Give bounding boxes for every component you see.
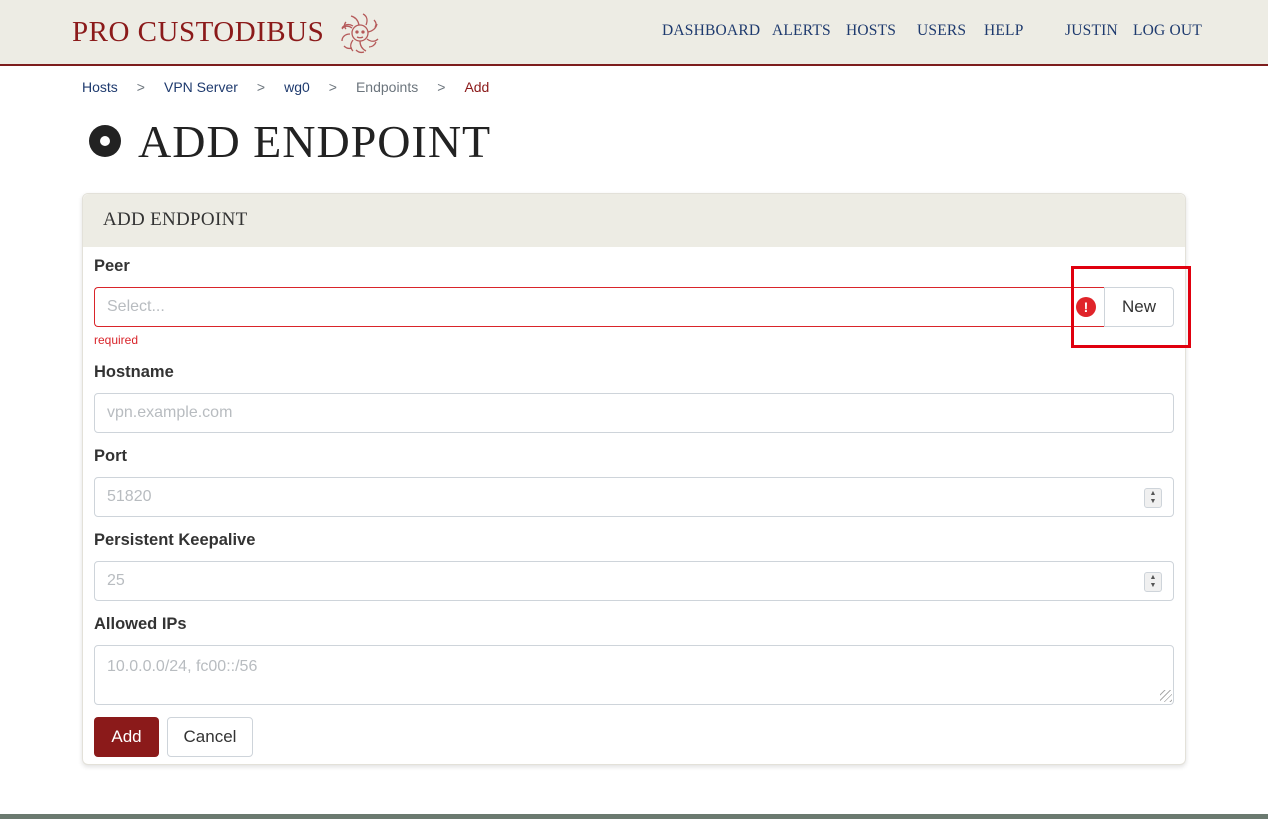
top-nav-bar: PRO CUSTODIBUS DASHBOARD ALERTS HOSTS US… — [0, 0, 1268, 66]
port-stepper[interactable]: ▲ ▼ — [1144, 488, 1162, 508]
hostname-input[interactable] — [94, 393, 1174, 433]
card-header: ADD ENDPOINT — [83, 194, 1185, 247]
breadcrumb-vpn-server[interactable]: VPN Server — [164, 79, 238, 95]
nav-dashboard[interactable]: DASHBOARD — [662, 22, 760, 40]
port-field: ▲▼ — [94, 477, 1174, 517]
nav-help[interactable]: HELP — [984, 22, 1024, 40]
page-title: ADD ENDPOINT — [88, 112, 491, 170]
main-nav: DASHBOARD ALERTS HOSTS USERS HELP JUSTIN… — [0, 22, 1268, 42]
hostname-label: Hostname — [94, 363, 174, 381]
breadcrumb-endpoints: Endpoints — [355, 79, 419, 95]
allowed-ips-label: Allowed IPs — [94, 615, 187, 633]
endpoint-dot-icon — [89, 125, 121, 157]
breadcrumb-separator: > — [256, 79, 266, 95]
breadcrumb-separator: > — [437, 79, 446, 95]
breadcrumb-separator: > — [328, 79, 337, 95]
add-button[interactable]: Add — [94, 717, 159, 757]
card-title: ADD ENDPOINT — [103, 209, 248, 230]
keepalive-input[interactable] — [94, 561, 1174, 601]
nav-logout[interactable]: LOG OUT — [1133, 22, 1202, 40]
nav-user-account[interactable]: JUSTIN — [1065, 22, 1118, 40]
error-icon: ! — [1076, 297, 1096, 317]
nav-alerts[interactable]: ALERTS — [772, 22, 831, 40]
footer-bar — [0, 814, 1268, 819]
cancel-button[interactable]: Cancel — [167, 717, 253, 757]
allowed-ips-textarea[interactable] — [94, 645, 1174, 705]
breadcrumb-add: Add — [464, 79, 490, 95]
nav-hosts[interactable]: HOSTS — [846, 22, 896, 40]
breadcrumb-wg0[interactable]: wg0 — [284, 79, 310, 95]
breadcrumb-separator: > — [136, 79, 145, 95]
page-title-text: ADD ENDPOINT — [138, 115, 492, 167]
keepalive-stepper[interactable]: ▲ ▼ — [1144, 572, 1162, 592]
nav-users[interactable]: USERS — [917, 22, 966, 40]
keepalive-field: ▲▼ — [94, 561, 1174, 601]
peer-select[interactable] — [94, 287, 1105, 327]
port-input[interactable] — [94, 477, 1174, 517]
resize-grip-icon[interactable] — [1160, 690, 1172, 702]
port-label: Port — [94, 447, 127, 465]
peer-label: Peer — [94, 257, 130, 275]
breadcrumb-hosts[interactable]: Hosts — [82, 79, 118, 95]
breadcrumb: Hosts > VPN Server > wg0 > Endpoints > A… — [82, 78, 489, 96]
keepalive-label: Persistent Keepalive — [94, 531, 256, 549]
peer-error-message: required — [94, 333, 139, 347]
new-peer-button[interactable]: New — [1104, 287, 1174, 327]
